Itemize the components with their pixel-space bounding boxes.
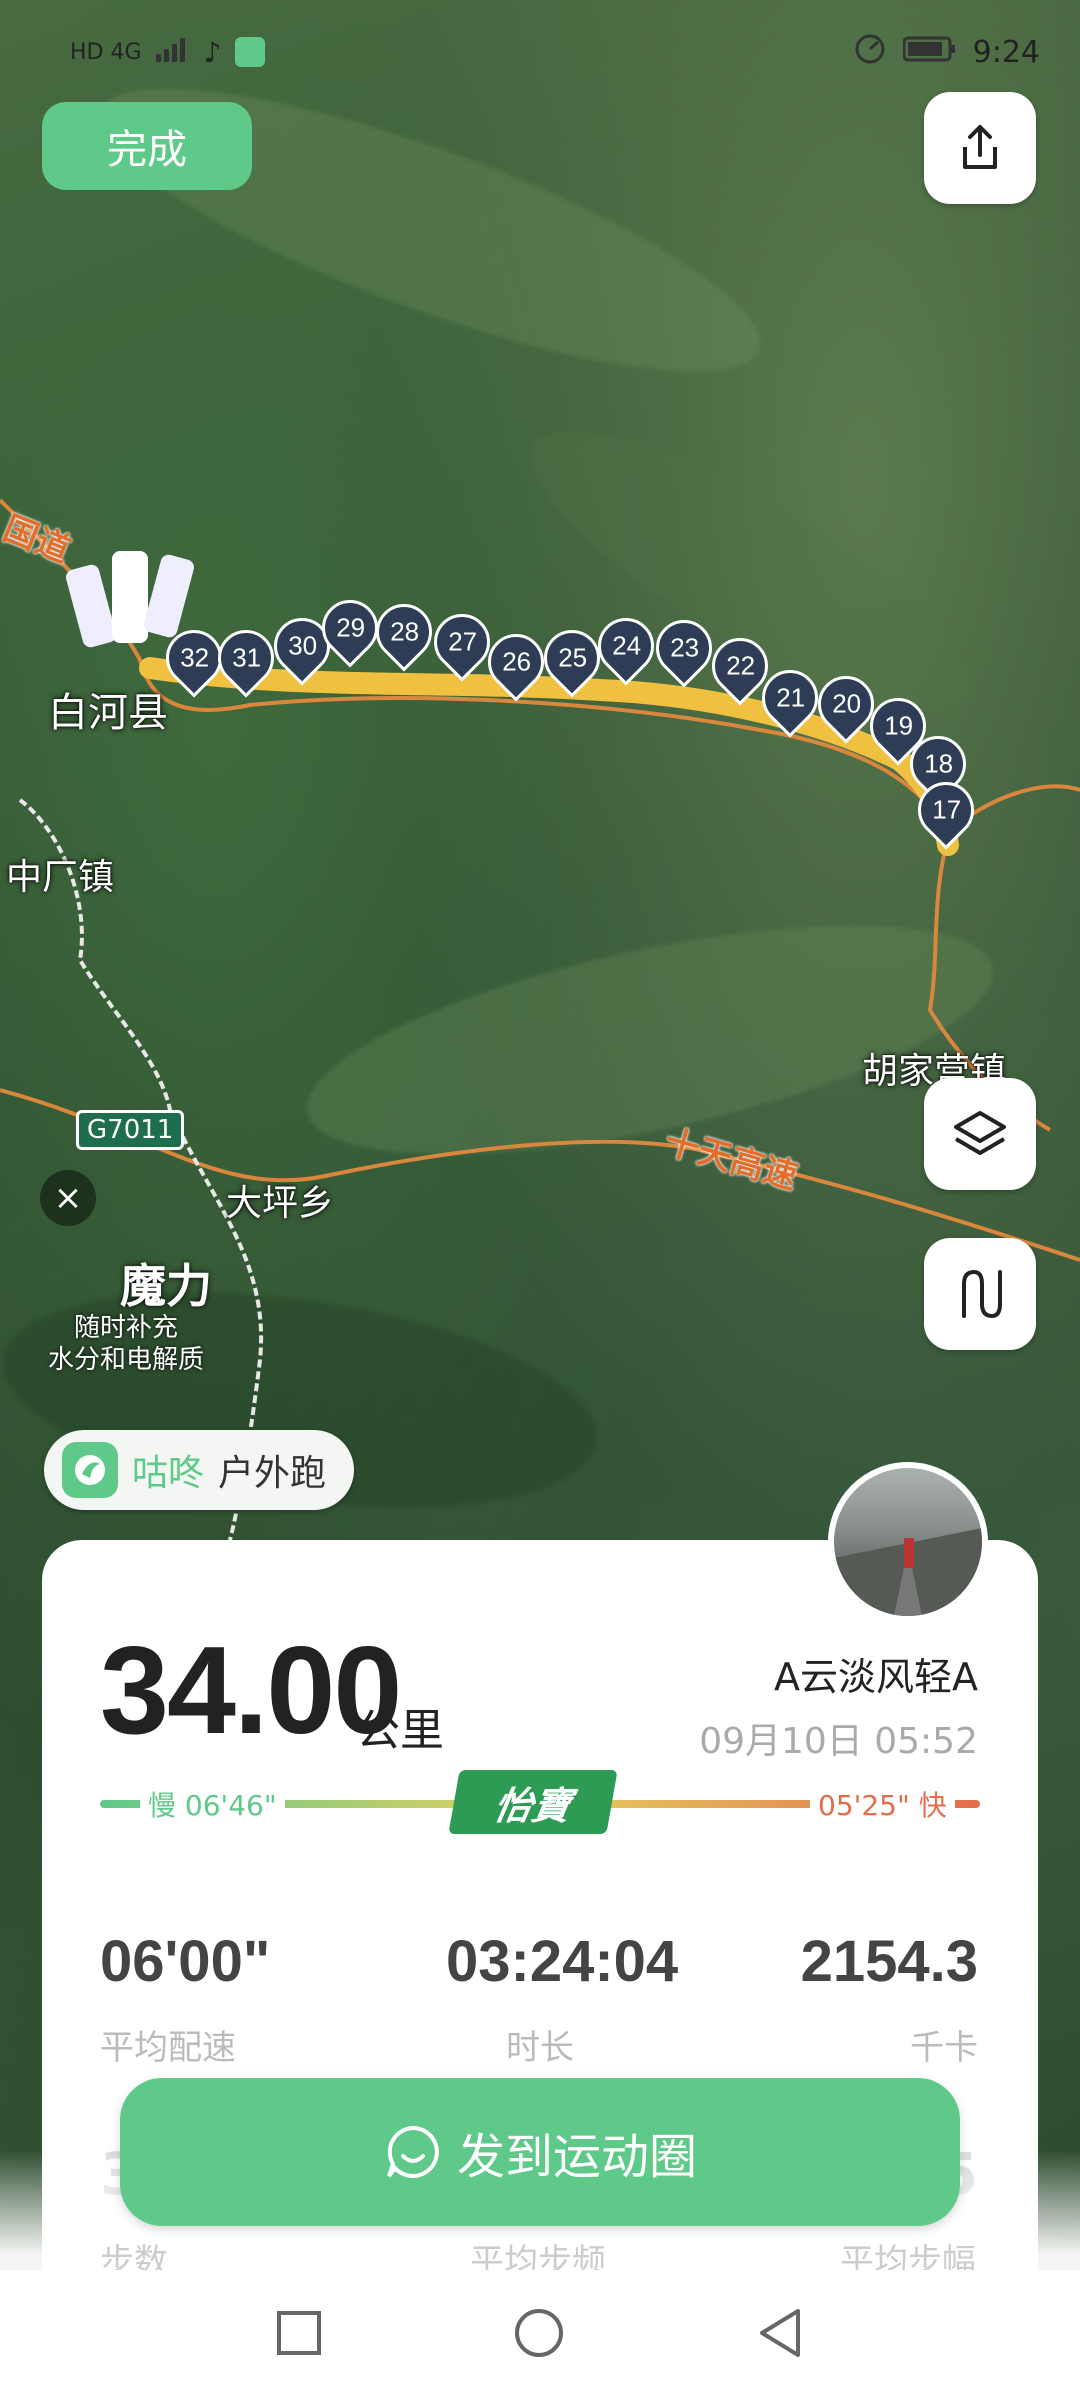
pace-fastest: 05'25" 快 xyxy=(810,1784,955,1824)
calories-value: 2154.3 xyxy=(800,1929,978,1994)
triangle-back-icon xyxy=(760,2309,801,2357)
highway-badge: G7011 xyxy=(76,1110,185,1150)
place-baihe: 白河县 xyxy=(48,690,168,736)
place-zhongchang: 中厂镇 xyxy=(6,857,115,898)
home-button[interactable] xyxy=(513,2307,565,2363)
km-marker-label: 24 xyxy=(611,630,641,661)
codoon-logo-icon xyxy=(62,1442,118,1498)
sport-type: 户外跑 xyxy=(218,1453,327,1494)
km-marker-label: 22 xyxy=(725,650,755,681)
close-ad-button[interactable]: × xyxy=(40,1170,96,1226)
username: A云淡风轻A xyxy=(774,1655,978,1699)
km-marker-label: 18 xyxy=(923,748,953,779)
clock-time: 9:24 xyxy=(972,34,1040,70)
speed-icon xyxy=(853,32,887,73)
km-marker-label: 23 xyxy=(669,632,699,663)
ad-line-1: 随时补充 xyxy=(74,1313,179,1343)
battery-icon xyxy=(902,35,957,70)
sponsor-logo: 怡寶 xyxy=(448,1770,618,1834)
km-marker-label: 26 xyxy=(501,646,531,677)
elevation-button[interactable] xyxy=(924,1238,1036,1350)
circle-icon xyxy=(514,2309,563,2357)
km-marker-label: 20 xyxy=(831,688,861,719)
km-marker-label: 28 xyxy=(389,616,419,647)
km-marker-label: 21 xyxy=(775,682,805,713)
system-nav-bar xyxy=(0,2270,1080,2400)
app-icon xyxy=(235,37,266,67)
signal-icon xyxy=(155,36,190,69)
recents-button[interactable] xyxy=(276,2310,322,2360)
avg-pace-label: 平均配速 xyxy=(100,2028,236,2068)
pace-slowest: 慢 06'46" xyxy=(140,1784,285,1824)
km-marker-label: 31 xyxy=(231,642,261,673)
km-marker-label: 27 xyxy=(447,626,477,657)
status-bar: HD 4G ♪ 9:24 xyxy=(70,30,1040,74)
km-marker-label: 30 xyxy=(287,630,317,661)
post-to-feed-button[interactable]: 发到运动圈 xyxy=(120,2078,960,2226)
share-icon xyxy=(963,125,997,169)
calories-label: 千卡 xyxy=(910,2028,978,2068)
distance-unit: 公里 xyxy=(356,1705,444,1756)
km-marker-label: 17 xyxy=(931,794,961,825)
layers-icon xyxy=(954,1111,1006,1155)
avatar[interactable] xyxy=(828,1462,988,1622)
ad-subtitle[interactable]: 随时补充 水分和电解质 xyxy=(48,1312,204,1376)
place-dapingxiang: 大坪乡 xyxy=(226,1183,335,1224)
km-marker-label: 29 xyxy=(335,612,365,643)
chat-smile-icon xyxy=(387,2125,439,2178)
brand-badge: 咕咚 户外跑 xyxy=(44,1430,355,1510)
ad-line-2: 水分和电解质 xyxy=(48,1345,205,1375)
network-indicator: HD 4G xyxy=(70,39,142,65)
wave-route-icon xyxy=(962,1269,1002,1319)
km-marker-label: 25 xyxy=(557,642,587,673)
run-datetime: 09月10日 05:52 xyxy=(699,1721,978,1762)
square-icon xyxy=(276,2311,321,2355)
avg-pace-value: 06'00" xyxy=(100,1929,271,1994)
duration-value: 03:24:04 xyxy=(446,1929,679,1994)
share-export-button[interactable] xyxy=(924,92,1036,204)
back-button[interactable] xyxy=(756,2307,804,2363)
km-marker-label: 19 xyxy=(883,710,913,741)
ad-title[interactable]: 魔力 xyxy=(120,1250,212,1316)
tiktok-icon: ♪ xyxy=(203,35,222,69)
km-marker-label: 32 xyxy=(179,642,209,673)
brand-name: 咕咚 xyxy=(132,1453,205,1494)
duration-label: 时长 xyxy=(506,2028,574,2068)
done-button[interactable]: 完成 xyxy=(42,102,252,190)
map-layers-button[interactable] xyxy=(924,1078,1036,1190)
post-to-feed-label: 发到运动圈 xyxy=(456,2129,697,2185)
